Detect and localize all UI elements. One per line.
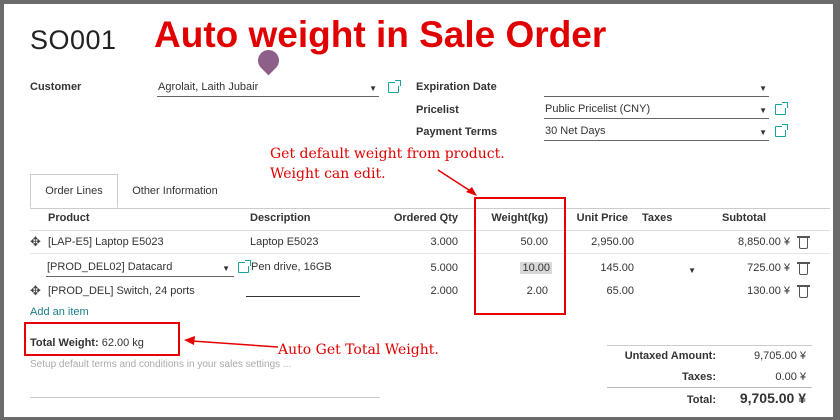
external-link-icon[interactable] xyxy=(775,102,788,115)
payment-terms-label: Payment Terms xyxy=(416,126,498,138)
total-weight-label: Total Weight: xyxy=(30,337,99,349)
terms-placeholder[interactable]: Setup default terms and conditions in yo… xyxy=(30,359,291,370)
drag-handle-icon[interactable]: ✥ xyxy=(30,234,41,250)
sale-order-form: SO001 Auto weight in Sale Order Customer… xyxy=(4,4,833,417)
customer-field[interactable]: Agrolait, Laith Jubair ▼ xyxy=(157,81,379,97)
tab-order-lines[interactable]: Order Lines xyxy=(30,174,118,208)
unit-price-input[interactable]: 145.00 xyxy=(554,262,634,274)
tab-other-information[interactable]: Other Information xyxy=(118,174,232,208)
customer-value: Agrolait, Laith Jubair xyxy=(158,81,259,93)
product-input[interactable]: [PROD_DEL02] Datacard ▼ xyxy=(46,261,234,277)
weight-note-line1: Get default weight from product. xyxy=(270,146,505,162)
table-row-editing[interactable]: [PROD_DEL02] Datacard ▼ Pen drive, 16GB … xyxy=(30,254,830,280)
col-taxes[interactable]: Taxes xyxy=(642,212,672,224)
description-input[interactable]: Pen drive, 16GB xyxy=(250,261,362,277)
col-subtotal[interactable]: Subtotal xyxy=(694,212,766,224)
chevron-down-icon[interactable]: ▼ xyxy=(222,264,230,273)
total-weight: Total Weight: 62.00 kg xyxy=(30,337,144,349)
annotation-arrow xyxy=(437,169,477,196)
cell-product: [PROD_DEL] Switch, 24 ports xyxy=(48,285,195,297)
expiration-field[interactable]: ▼ xyxy=(544,81,769,97)
totals-divider xyxy=(607,387,812,388)
description-underline xyxy=(246,296,360,297)
payment-terms-field[interactable]: 30 Net Days ▼ xyxy=(544,125,769,141)
trash-icon[interactable] xyxy=(797,236,810,249)
cell-unit-price: 65.00 xyxy=(606,285,634,297)
cell-subtotal: 8,850.00 ¥ xyxy=(738,236,790,248)
terms-underline xyxy=(30,397,380,398)
chevron-down-icon[interactable]: ▼ xyxy=(369,84,377,93)
trash-icon[interactable] xyxy=(797,285,810,298)
cell-qty: 3.000 xyxy=(430,236,458,248)
col-ordered-qty[interactable]: Ordered Qty xyxy=(374,212,458,224)
order-number: SO001 xyxy=(30,25,117,55)
taxes-input[interactable]: ▼ xyxy=(640,262,696,278)
total-weight-value: 62.00 kg xyxy=(101,337,144,349)
total-weight-note: Auto Get Total Weight. xyxy=(278,342,439,358)
pricelist-field[interactable]: Public Pricelist (CNY) ▼ xyxy=(544,103,769,119)
pricelist-label: Pricelist xyxy=(416,104,459,116)
customer-label: Customer xyxy=(30,81,82,93)
annotation-arrow xyxy=(184,336,279,348)
chevron-down-icon[interactable]: ▼ xyxy=(759,106,767,115)
payment-terms-value: 30 Net Days xyxy=(545,125,606,137)
drag-handle-icon[interactable]: ✥ xyxy=(30,283,41,299)
cell-subtotal: 725.00 ¥ xyxy=(747,262,790,274)
cell-description: Laptop E5023 xyxy=(250,236,319,248)
cell-unit-price: 2,950.00 xyxy=(591,236,634,248)
external-link-icon[interactable] xyxy=(388,80,401,93)
banner-title: Auto weight in Sale Order xyxy=(154,14,607,55)
table-row[interactable]: ✥ [PROD_DEL] Switch, 24 ports 2.000 2.00… xyxy=(30,281,830,301)
expiration-label: Expiration Date xyxy=(416,81,497,93)
cell-qty: 2.000 xyxy=(430,285,458,297)
col-product[interactable]: Product xyxy=(48,212,90,224)
chevron-down-icon[interactable]: ▼ xyxy=(759,84,767,93)
tabs-divider xyxy=(30,208,830,209)
weight-column-highlight xyxy=(474,197,566,315)
cell-product: [LAP-E5] Laptop E5023 xyxy=(48,236,164,248)
trash-icon[interactable] xyxy=(797,262,810,275)
untaxed-value: 9,705.00 ¥ xyxy=(754,350,806,362)
external-link-icon[interactable] xyxy=(775,124,788,137)
external-link-icon[interactable] xyxy=(238,260,251,273)
col-description[interactable]: Description xyxy=(250,212,311,224)
add-item-link[interactable]: Add an item xyxy=(30,306,89,318)
qty-input[interactable]: 5.000 xyxy=(374,262,458,274)
taxes-label: Taxes: xyxy=(681,371,716,383)
pricelist-value: Public Pricelist (CNY) xyxy=(545,103,651,115)
total-value: 9,705.00 ¥ xyxy=(739,390,806,406)
total-label: Total: xyxy=(686,394,716,406)
untaxed-label: Untaxed Amount: xyxy=(624,350,716,362)
weight-note-line2: Weight can edit. xyxy=(270,166,386,182)
cell-subtotal: 130.00 ¥ xyxy=(747,285,790,297)
chevron-down-icon[interactable]: ▼ xyxy=(759,128,767,137)
table-row[interactable]: ✥ [LAP-E5] Laptop E5023 Laptop E5023 3.0… xyxy=(30,231,830,253)
totals-divider xyxy=(607,345,812,346)
taxes-value: 0.00 ¥ xyxy=(775,371,806,383)
